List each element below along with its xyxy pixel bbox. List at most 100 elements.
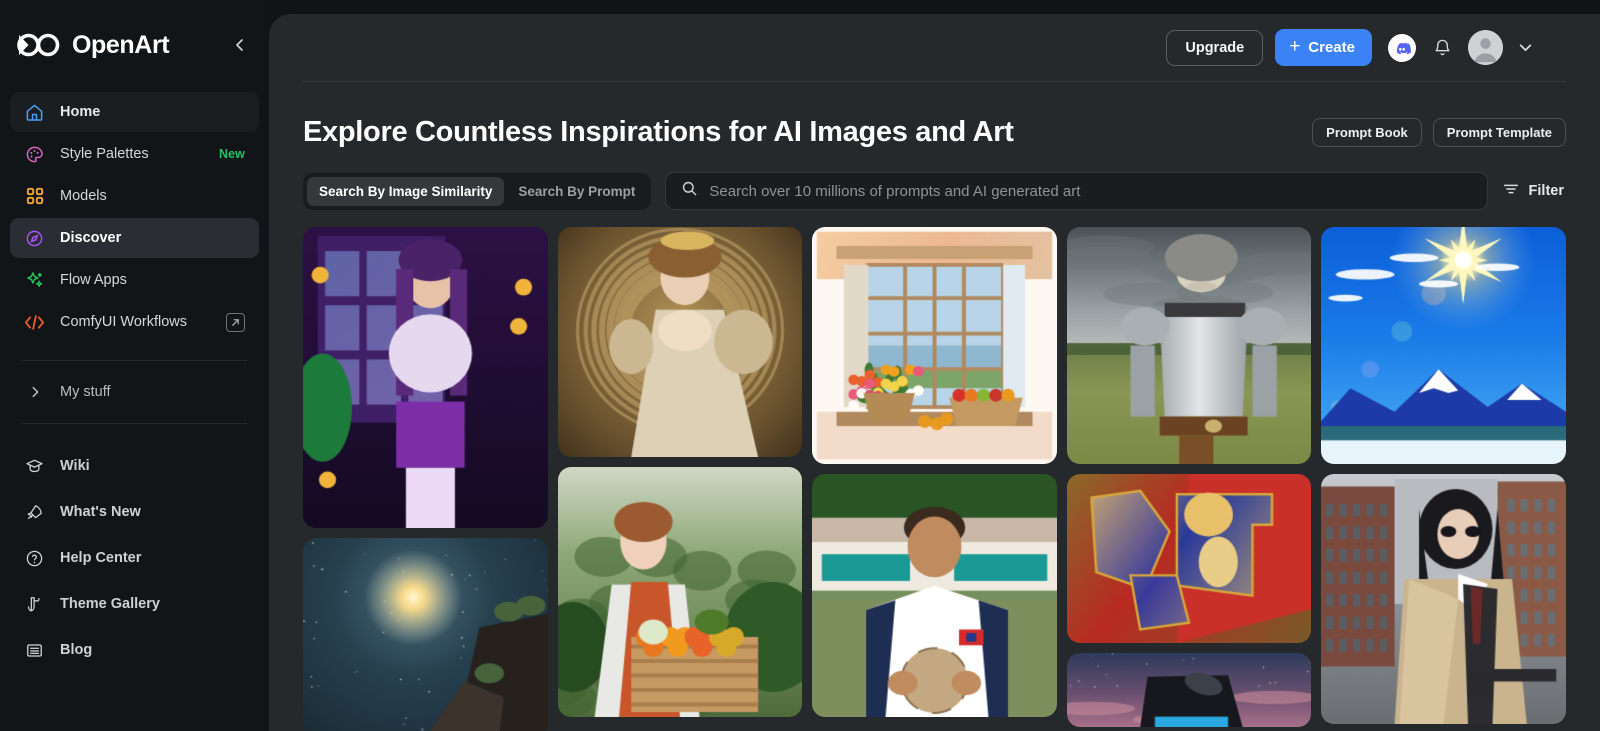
- artwork-canvas: [1321, 474, 1566, 724]
- filter-icon: [1502, 180, 1520, 203]
- external-link-icon[interactable]: [226, 313, 245, 332]
- discord-icon[interactable]: [1388, 34, 1416, 62]
- search-icon: [681, 180, 698, 202]
- status-badge-new: New: [219, 147, 245, 161]
- artwork-canvas: [1321, 227, 1566, 464]
- card-watercolor-window[interactable]: [812, 227, 1057, 464]
- search-mode-tabs: Search By Image Similarity Search By Pro…: [303, 173, 651, 210]
- sidebar-item-label: Help Center: [60, 550, 245, 566]
- tab-search-by-image-similarity[interactable]: Search By Image Similarity: [307, 177, 504, 206]
- brand-name: OpenArt: [72, 31, 217, 60]
- filter-button[interactable]: Filter: [1502, 180, 1566, 203]
- palette-icon: [24, 144, 45, 165]
- brand-row: OpenArt: [10, 0, 259, 90]
- sidebar: OpenArt Home Style Palettes New Models D…: [0, 0, 269, 731]
- card-farmer-harvest[interactable]: [558, 467, 803, 717]
- filter-label: Filter: [1529, 183, 1564, 199]
- sidebar-item-label: My stuff: [60, 384, 111, 400]
- artwork-canvas: [1067, 474, 1312, 643]
- card-football-player[interactable]: [812, 474, 1057, 717]
- infinity-logo-icon: [16, 30, 62, 60]
- page-title: Explore Countless Inspirations for AI Im…: [303, 116, 1014, 149]
- prompt-book-button[interactable]: Prompt Book: [1312, 118, 1422, 147]
- artwork-canvas: [303, 538, 548, 731]
- gallery-column-5: [1321, 227, 1566, 731]
- image-gallery-grid: [303, 227, 1566, 731]
- sidebar-item-style-palettes[interactable]: Style Palettes New: [10, 134, 259, 174]
- sidebar-item-whats-new[interactable]: What's New: [10, 492, 259, 532]
- gallery-column-1: [303, 227, 548, 731]
- content-area: Explore Countless Inspirations for AI Im…: [269, 82, 1600, 731]
- rocket-icon: [24, 502, 45, 523]
- plus-icon: +: [1289, 37, 1300, 56]
- home-icon: [24, 102, 45, 123]
- chevron-down-icon[interactable]: [1513, 36, 1537, 60]
- code-brackets-icon: [24, 312, 45, 333]
- card-noir-detective[interactable]: [1321, 474, 1566, 724]
- sidebar-item-label: ComfyUI Workflows: [60, 314, 211, 330]
- card-night-figure[interactable]: [1067, 653, 1312, 727]
- sidebar-item-blog[interactable]: Blog: [10, 630, 259, 670]
- sidebar-item-wiki[interactable]: Wiki: [10, 446, 259, 486]
- prompt-template-button[interactable]: Prompt Template: [1433, 118, 1566, 147]
- topbar: Upgrade + Create: [303, 14, 1566, 82]
- sidebar-item-label: Flow Apps: [60, 272, 245, 288]
- paint-roller-icon: [24, 594, 45, 615]
- openart-discover-page: OpenArt Home Style Palettes New Models D…: [0, 0, 1600, 731]
- sidebar-item-label: Blog: [60, 642, 245, 658]
- sidebar-item-label: Discover: [60, 230, 245, 246]
- artwork-canvas: [812, 227, 1057, 464]
- article-icon: [24, 640, 45, 661]
- sidebar-item-my-stuff[interactable]: My stuff: [10, 375, 259, 409]
- graduation-cap-icon: [24, 456, 45, 477]
- search-box[interactable]: [665, 172, 1487, 210]
- main-panel: Upgrade + Create Explore Countless Inspi…: [269, 14, 1600, 731]
- grid-squares-icon: [24, 186, 45, 207]
- sidebar-item-home[interactable]: Home: [10, 92, 259, 132]
- sidebar-item-label: Theme Gallery: [60, 596, 245, 612]
- sidebar-item-theme-gallery[interactable]: Theme Gallery: [10, 584, 259, 624]
- artwork-canvas: [1067, 653, 1312, 727]
- sidebar-item-models[interactable]: Models: [10, 176, 259, 216]
- search-row: Search By Image Similarity Search By Pro…: [303, 172, 1566, 210]
- sidebar-item-comfyui-workflows[interactable]: ComfyUI Workflows: [10, 302, 259, 342]
- card-knight-armor[interactable]: [1067, 227, 1312, 464]
- sidebar-item-flow-apps[interactable]: Flow Apps: [10, 260, 259, 300]
- primary-nav: Home Style Palettes New Models Discover …: [10, 92, 259, 342]
- create-button[interactable]: + Create: [1275, 29, 1372, 66]
- card-elf-stained-glass[interactable]: [303, 227, 548, 528]
- card-baroque-portrait[interactable]: [558, 227, 803, 457]
- notification-bell-icon[interactable]: [1428, 34, 1456, 62]
- card-abstract-shapes[interactable]: [1067, 474, 1312, 643]
- sidebar-divider-top: [22, 360, 247, 361]
- artwork-canvas: [558, 227, 803, 457]
- artwork-canvas: [558, 467, 803, 717]
- create-button-label: Create: [1308, 39, 1355, 56]
- compass-icon: [24, 228, 45, 249]
- artwork-canvas: [1067, 227, 1312, 464]
- sidebar-item-label: Wiki: [60, 458, 245, 474]
- sidebar-divider-bottom: [22, 423, 247, 424]
- sidebar-item-label: Models: [60, 188, 245, 204]
- sparkles-icon: [24, 270, 45, 291]
- gallery-column-3: [812, 227, 1057, 731]
- avatar[interactable]: [1468, 30, 1503, 65]
- sidebar-item-label: Home: [60, 104, 245, 120]
- sidebar-item-help-center[interactable]: Help Center: [10, 538, 259, 578]
- upgrade-button[interactable]: Upgrade: [1166, 30, 1263, 66]
- sidebar-item-label: What's New: [60, 504, 245, 520]
- chevron-right-icon: [24, 382, 45, 403]
- card-anime-mountains[interactable]: [1321, 227, 1566, 464]
- search-input[interactable]: [709, 183, 1471, 200]
- card-night-cliff[interactable]: [303, 538, 548, 731]
- artwork-canvas: [303, 227, 548, 528]
- tab-search-by-prompt[interactable]: Search By Prompt: [506, 177, 647, 206]
- secondary-nav: Wiki What's New Help Center Theme Galler…: [10, 446, 259, 670]
- artwork-canvas: [812, 474, 1057, 717]
- chevron-left-icon[interactable]: [227, 32, 253, 58]
- gallery-column-2: [558, 227, 803, 731]
- title-row: Explore Countless Inspirations for AI Im…: [303, 82, 1566, 149]
- sidebar-item-discover[interactable]: Discover: [10, 218, 259, 258]
- title-actions: Prompt Book Prompt Template: [1312, 118, 1566, 147]
- gallery-column-4: [1067, 227, 1312, 731]
